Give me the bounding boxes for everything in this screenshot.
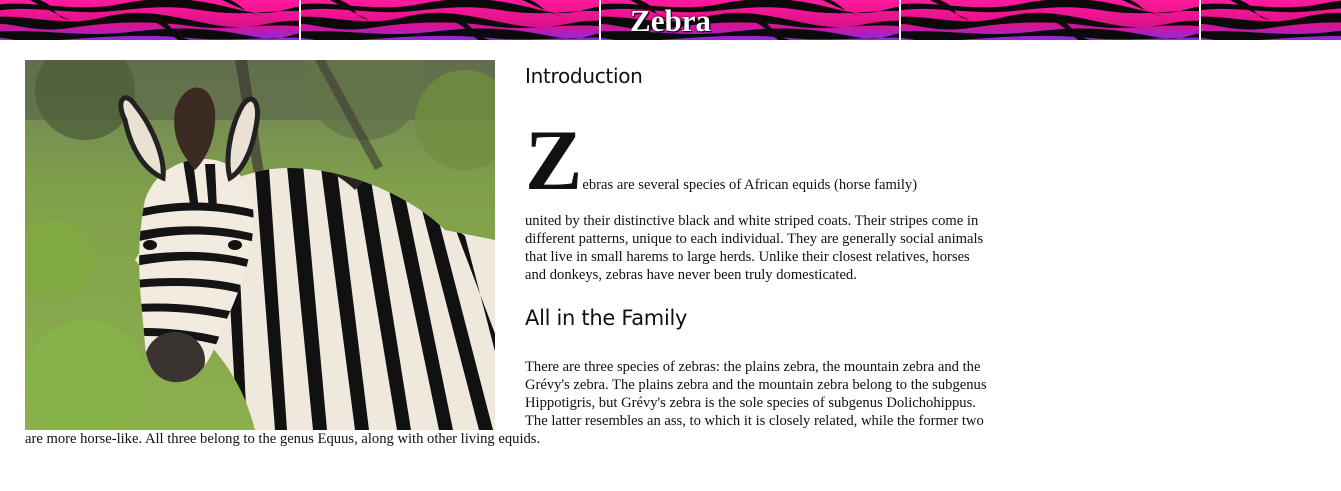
page-title: Zebra	[630, 3, 711, 38]
header-banner: Zebra	[0, 0, 1341, 40]
drop-cap: Z	[525, 112, 583, 208]
intro-first-line: ebras are several species of African equ…	[582, 177, 918, 193]
article: Introduction Zebras are several species …	[25, 60, 987, 448]
zebra-photo	[25, 60, 495, 430]
